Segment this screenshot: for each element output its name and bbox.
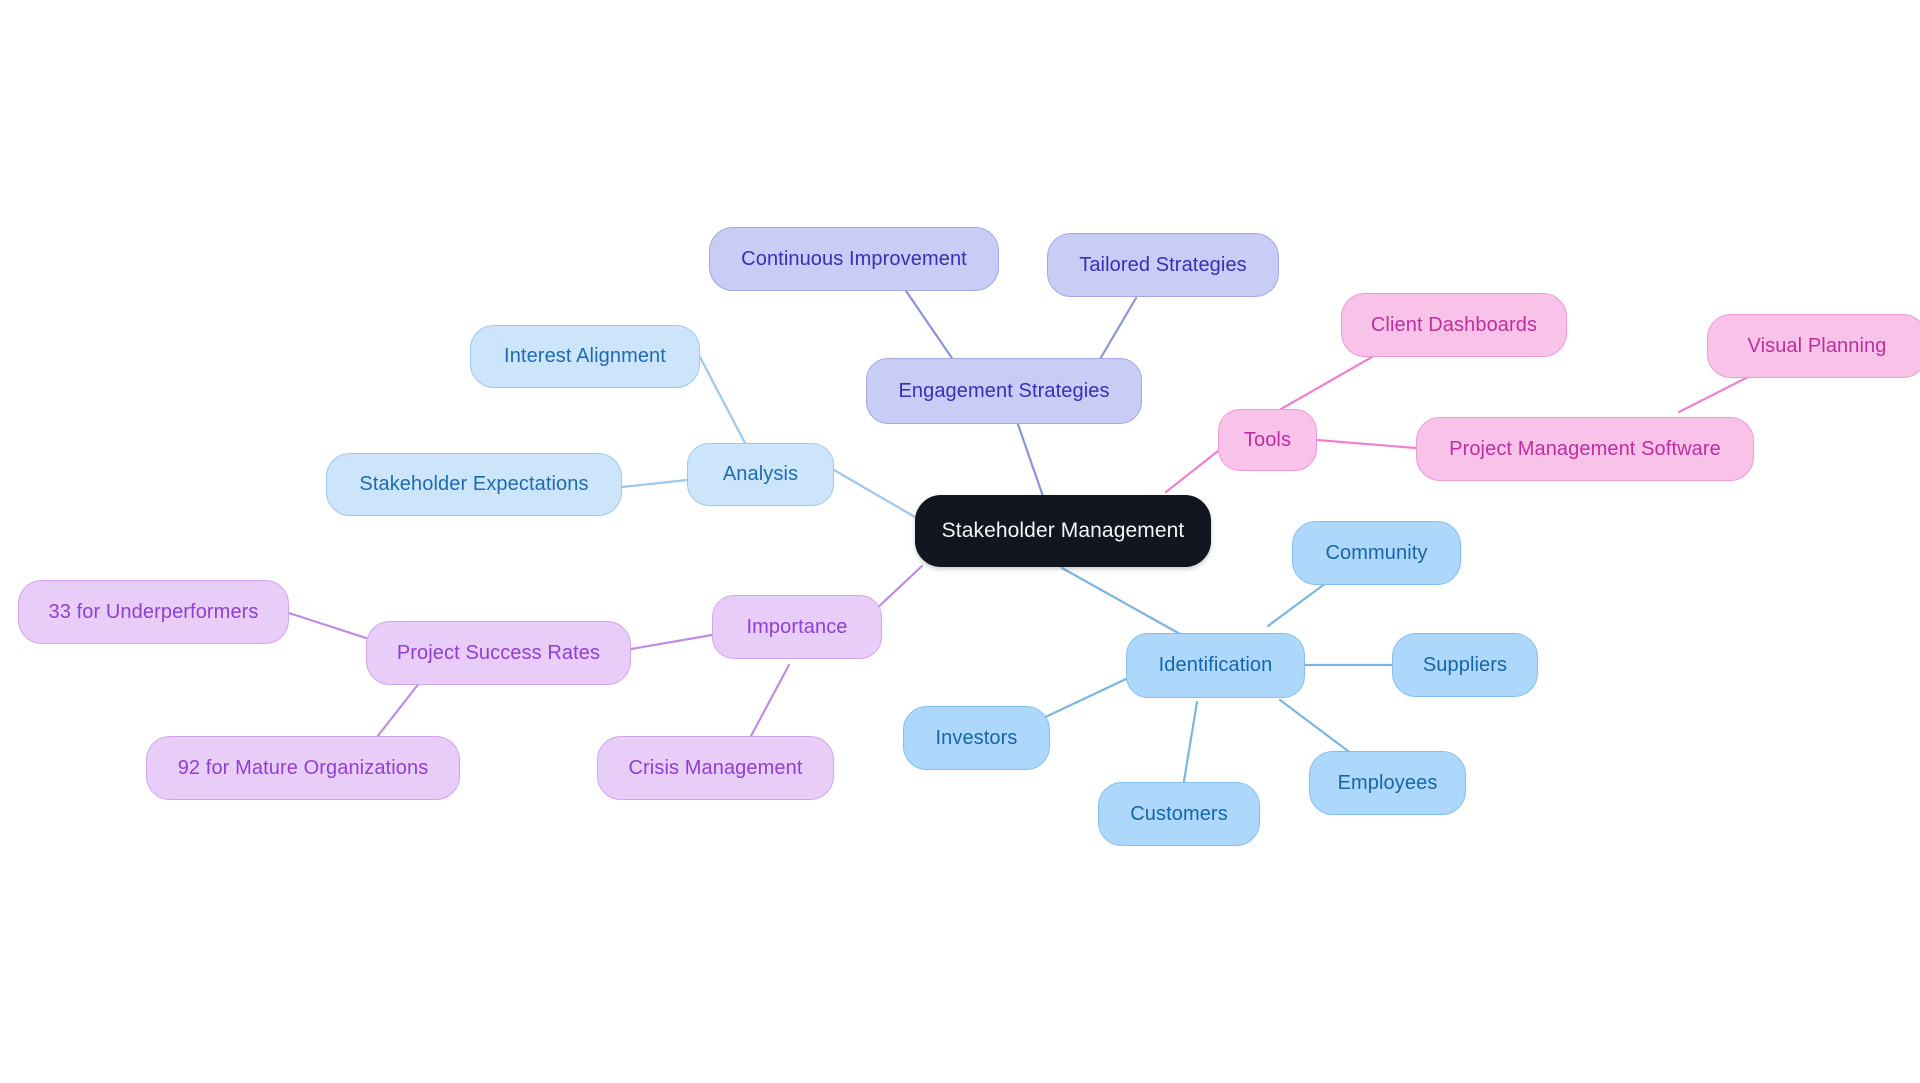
node-stakeholder-expectations[interactable]: Stakeholder Expectations — [326, 453, 622, 516]
edge-root-engagement-strategies — [1011, 408, 1048, 507]
edge-root-identification — [1060, 566, 1182, 636]
node-analysis-label: Analysis — [722, 463, 799, 485]
node-suppliers-label: Suppliers — [1422, 653, 1508, 676]
node-identification[interactable]: Identification — [1126, 633, 1305, 698]
node-visual-planning[interactable]: Visual Planning — [1707, 314, 1920, 378]
node-project-success-rates-label: Project Success Rates — [396, 641, 601, 664]
node-visual-planning-label: Visual Planning — [1747, 334, 1887, 357]
node-tailored-strategies[interactable]: Tailored Strategies — [1047, 233, 1279, 297]
node-engagement-strategies[interactable]: Engagement Strategies — [866, 358, 1142, 424]
node-analysis[interactable]: Analysis — [687, 443, 834, 506]
node-suppliers[interactable]: Suppliers — [1392, 633, 1538, 697]
node-crisis-management-label: Crisis Management — [628, 756, 803, 779]
node-client-dashboards-label: Client Dashboards — [1370, 313, 1538, 336]
node-interest-alignment-label: Interest Alignment — [504, 345, 666, 367]
edge-root-importance — [871, 564, 924, 614]
node-underperformers-label: 33 for Underperformers — [48, 600, 259, 623]
node-customers-label: Customers — [1130, 802, 1228, 825]
edge-tools-project-management-software — [1315, 438, 1418, 450]
edge-analysis-interest-alignment — [698, 355, 747, 445]
node-engagement-strategies-label: Engagement Strategies — [898, 379, 1110, 402]
edge-root-analysis — [832, 468, 917, 519]
node-crisis-management[interactable]: Crisis Management — [597, 736, 834, 800]
node-mature-organizations[interactable]: 92 for Mature Organizations — [146, 736, 460, 800]
edge-importance-crisis-management — [749, 663, 791, 738]
node-project-success-rates[interactable]: Project Success Rates — [366, 621, 631, 685]
node-identification-label: Identification — [1158, 654, 1273, 676]
edge-psr-underperformers — [287, 611, 368, 640]
node-investors-label: Investors — [935, 726, 1018, 749]
node-importance-label: Importance — [746, 615, 848, 638]
mindmap-canvas: Stakeholder Management Analysis Interest… — [0, 0, 1920, 1083]
edge-identification-investors — [1035, 677, 1128, 723]
node-employees[interactable]: Employees — [1309, 751, 1466, 815]
node-continuous-improvement-label: Continuous Improvement — [741, 247, 967, 270]
edge-tools-client-dashboards — [1279, 355, 1374, 411]
node-stakeholder-expectations-label: Stakeholder Expectations — [359, 473, 589, 495]
edge-engagement-tailored-strategies — [1094, 296, 1138, 368]
node-investors[interactable]: Investors — [903, 706, 1050, 770]
edge-identification-customers — [1181, 700, 1199, 789]
node-customers[interactable]: Customers — [1098, 782, 1260, 846]
node-community-label: Community — [1325, 541, 1428, 564]
edge-identification-community — [1266, 578, 1332, 628]
node-mature-organizations-label: 92 for Mature Organizations — [177, 756, 429, 779]
node-project-management-software[interactable]: Project Management Software — [1416, 417, 1754, 481]
edge-analysis-stakeholder-expectations — [620, 478, 689, 489]
node-continuous-improvement[interactable]: Continuous Improvement — [709, 227, 999, 291]
node-tools-label: Tools — [1243, 428, 1292, 451]
node-underperformers[interactable]: 33 for Underperformers — [18, 580, 289, 644]
node-community[interactable]: Community — [1292, 521, 1461, 585]
edge-psr-mature-organizations — [375, 680, 422, 739]
node-root[interactable]: Stakeholder Management — [915, 495, 1211, 567]
edge-importance-project-success-rates — [629, 633, 714, 651]
edge-engagement-continuous-improvement — [902, 286, 960, 369]
node-employees-label: Employees — [1337, 771, 1438, 794]
node-importance[interactable]: Importance — [712, 595, 882, 659]
node-root-label: Stakeholder Management — [941, 518, 1185, 542]
node-client-dashboards[interactable]: Client Dashboards — [1341, 293, 1567, 357]
node-tailored-strategies-label: Tailored Strategies — [1079, 253, 1247, 276]
node-tools[interactable]: Tools — [1218, 409, 1317, 471]
node-project-management-software-label: Project Management Software — [1449, 437, 1721, 460]
node-interest-alignment[interactable]: Interest Alignment — [470, 325, 700, 388]
